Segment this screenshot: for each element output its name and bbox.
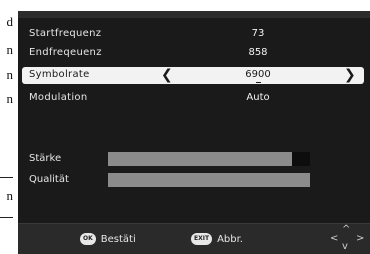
signal-quality-meter: Qualität bbox=[18, 171, 370, 189]
strength-fill bbox=[108, 152, 292, 166]
chevron-left-icon[interactable]: ❮ bbox=[161, 67, 173, 84]
menu-row-modulation[interactable]: Modulation Auto bbox=[18, 90, 370, 108]
row-label: Startfrequenz bbox=[29, 28, 102, 39]
top-strip bbox=[18, 11, 370, 18]
exit-label: Abbr. bbox=[217, 233, 243, 245]
row-label: Modulation bbox=[29, 92, 88, 103]
page-edge-char: d bbox=[6, 14, 14, 29]
row-label: Symbolrate bbox=[29, 69, 90, 80]
meter-track bbox=[108, 173, 310, 187]
signal-strength-meter: Stärke bbox=[18, 150, 370, 168]
page-edge-char: n bbox=[6, 42, 14, 57]
meter-label: Stärke bbox=[29, 153, 62, 164]
menu-row-startfrequenz[interactable]: Startfrequenz 73 bbox=[18, 26, 370, 44]
page-edge-char: n bbox=[6, 188, 14, 203]
row-value: Auto bbox=[246, 92, 270, 103]
row-value[interactable]: 6900 bbox=[213, 69, 303, 83]
chevron-right-icon[interactable]: ❯ bbox=[344, 67, 356, 84]
menu-row-symbolrate[interactable]: Symbolrate ❮ 6900 ❯ bbox=[18, 67, 370, 85]
quality-fill bbox=[108, 173, 310, 187]
ok-label: Bestäti bbox=[100, 233, 136, 245]
exit-badge: EXIT bbox=[191, 233, 213, 245]
menu-row-endfrequenz[interactable]: Endfreqeuenz 858 bbox=[18, 45, 370, 63]
ok-button[interactable]: OK Bestäti bbox=[80, 232, 136, 246]
button-hint-bar: OK Bestäti EXIT Abbr. ^ < > v bbox=[18, 223, 370, 254]
row-value: 858 bbox=[248, 47, 268, 58]
ok-badge: OK bbox=[80, 233, 96, 245]
exit-button[interactable]: EXIT Abbr. bbox=[191, 232, 243, 246]
page-edge-dash bbox=[0, 177, 13, 178]
row-value: 73 bbox=[251, 28, 265, 39]
meter-track bbox=[108, 152, 310, 166]
page-edge-char: n bbox=[6, 67, 14, 82]
meter-label: Qualität bbox=[29, 174, 69, 185]
tv-menu-screen: Startfrequenz 73 Endfreqeuenz 858 Symbol… bbox=[18, 11, 370, 254]
row-label: Endfreqeuenz bbox=[29, 47, 102, 58]
page-edge-char: n bbox=[6, 91, 14, 106]
four-way-navigation-icon: ^ < > v bbox=[330, 224, 365, 252]
page-edge-dash bbox=[0, 217, 13, 218]
